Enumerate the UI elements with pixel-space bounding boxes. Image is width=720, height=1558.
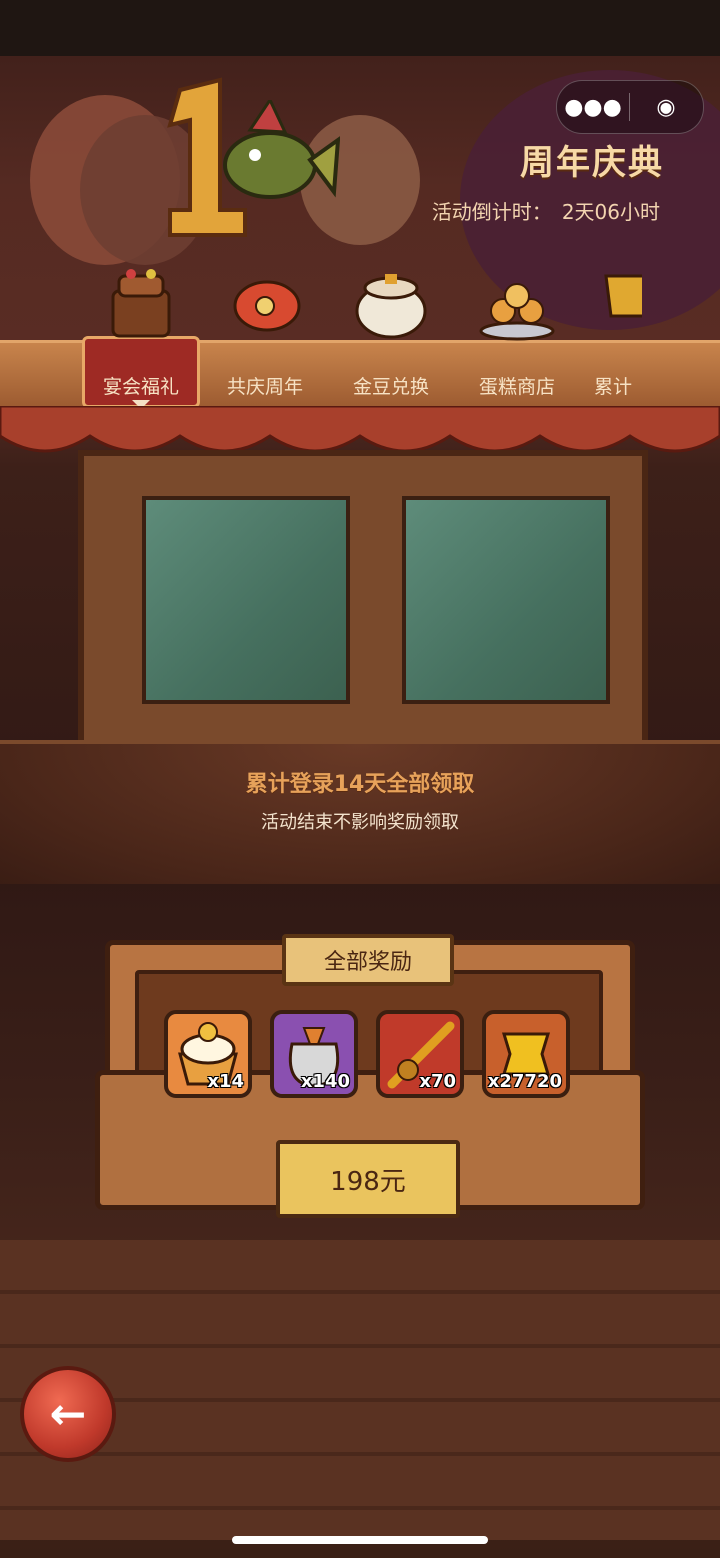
tab-label: 宴会福礼: [102, 376, 179, 398]
reward-quantity: x140: [300, 1071, 350, 1092]
window-frame: [78, 450, 648, 750]
fish-mascot-icon: [223, 100, 340, 199]
reward-item[interactable]: x140: [270, 1010, 358, 1098]
tab-cake-shop[interactable]: 蛋糕商店: [458, 256, 576, 406]
cake-icon: [111, 269, 171, 338]
tab-cumulative[interactable]: 累计: [584, 256, 642, 406]
reward-note-text: 活动结束不影响奖励领取: [261, 812, 459, 833]
back-button[interactable]: ←: [20, 1366, 116, 1462]
app-root: ●●● ◉ 周年庆典 活动倒计时： 2天06小时 宴会福礼 共庆周年 金豆兑换: [0, 0, 720, 1558]
all-rewards-header: 全部奖励: [282, 934, 454, 986]
trophy-icon: [604, 274, 642, 318]
reward-item[interactable]: x70: [376, 1010, 464, 1098]
back-arrow-icon: ←: [49, 1388, 87, 1440]
reward-item[interactable]: x27720: [482, 1010, 570, 1098]
page-title: 周年庆典: [520, 143, 664, 183]
login-requirement-text: 累计登录14天全部领取: [245, 772, 475, 797]
purchase-price-button[interactable]: 198元: [276, 1140, 460, 1218]
tab-banquet-gift[interactable]: 宴会福礼: [82, 256, 200, 409]
tab-gold-bean-exchange[interactable]: 金豆兑换: [332, 256, 450, 406]
cake-stand-icon: [479, 283, 555, 341]
tab-label: 累计: [593, 376, 632, 398]
target-close-icon[interactable]: ◉: [630, 81, 702, 133]
tab-label: 金豆兑换: [352, 376, 429, 398]
tab-label: 蛋糕商店: [478, 376, 555, 398]
reward-item[interactable]: x14: [164, 1010, 252, 1098]
countdown: 活动倒计时： 2天06小时: [422, 196, 660, 225]
treasure-pot-icon: [355, 274, 427, 339]
reward-quantity: x14: [207, 1071, 244, 1092]
countdown-value: 2天06小时: [561, 200, 660, 224]
tab-label: 共庆周年: [226, 376, 303, 398]
mini-program-capsule: ●●● ◉: [556, 80, 704, 134]
countdown-label: 活动倒计时：: [431, 200, 552, 224]
fish-icon: [233, 280, 301, 332]
reward-quantity: x27720: [487, 1071, 562, 1092]
window-pane-right: [402, 496, 610, 704]
more-dots-icon[interactable]: ●●●: [557, 81, 629, 133]
tab-celebrate-anniversary[interactable]: 共庆周年: [206, 256, 324, 406]
window-pane-left: [142, 496, 350, 704]
reward-quantity: x70: [419, 1071, 456, 1092]
home-indicator[interactable]: [232, 1536, 488, 1544]
status-area: [0, 0, 720, 56]
